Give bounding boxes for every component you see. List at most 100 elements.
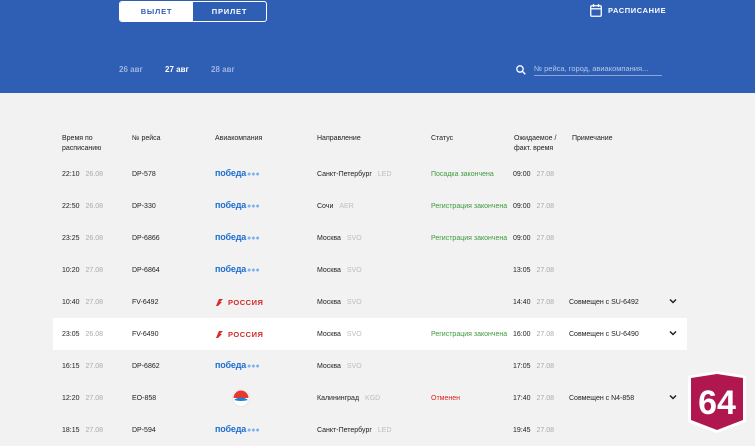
note: Совмещен с SU-6490: [569, 330, 639, 338]
date-current[interactable]: 27 авг: [165, 65, 211, 74]
date-selector: 26 авг 27 авг 28 авг: [119, 65, 235, 74]
scheduled-time: 22:10: [62, 170, 80, 178]
airline-logo: РОССИЯ: [215, 318, 263, 350]
airport-code: SVO: [346, 330, 362, 338]
date-next[interactable]: 28 авг: [211, 65, 235, 74]
table-row[interactable]: 16:15 27.08 DP-6862 победа●●● Москва SVO 17:05…: [53, 350, 687, 382]
flight-number: DP-6866: [132, 234, 160, 242]
city: Москва: [317, 362, 341, 370]
airport-code: AER: [339, 202, 354, 210]
scheduled-date: 27.08: [85, 426, 104, 434]
expected-date: 27.08: [536, 234, 555, 242]
table-row[interactable]: 23:25 26.08 DP-6866 победа●●● Москва SVO Регис…: [53, 222, 687, 254]
rossiya-logo: РОССИЯ: [215, 330, 263, 339]
expected-time-cell: 19:45 27.08: [513, 414, 554, 446]
wing-icon: [216, 298, 223, 306]
col-scheduled-time: Время по расписанию: [62, 135, 102, 152]
badge-number: 64: [698, 384, 736, 422]
table-row[interactable]: 18:15 27.08 DP-594 победа●●● Санкт-Петербург…: [53, 414, 687, 446]
col-flight: № рейса: [132, 135, 161, 142]
scheduled-time: 12:20: [62, 394, 80, 402]
scheduled-date: 27.08: [85, 362, 104, 370]
table-row[interactable]: 10:40 27.08 FV-6492 РОССИЯ Москва SVO 14:40 27.…: [53, 286, 687, 318]
search-input[interactable]: № рейса, город, авиакомпания...: [534, 64, 662, 76]
schedule-label: РАСПИСАНИЕ: [608, 6, 667, 15]
pobeda-logo-text: победа: [215, 200, 247, 210]
date-prev[interactable]: 26 авг: [119, 65, 165, 74]
col-direction: Направление: [317, 135, 361, 142]
table-row[interactable]: 22:50 26.08 DP-330 победа●●● Сочи AER Регистра…: [53, 190, 687, 222]
airline-logo: [215, 382, 250, 414]
city: Москва: [317, 330, 341, 338]
chevron-down-icon[interactable]: [669, 329, 677, 337]
scheduled-date: 26.08: [85, 170, 104, 178]
expected-time-cell: 17:05 27.08: [513, 350, 554, 382]
expected-time: 19:45: [513, 426, 531, 434]
scheduled-date: 26.08: [85, 202, 104, 210]
direction-toggle: ВЫЛЕТ ПРИЛЕТ: [119, 1, 267, 22]
pobeda-logo-text: победа: [215, 168, 247, 178]
airline-logo: победа●●●: [215, 158, 260, 190]
expected-date: 27.08: [536, 362, 555, 370]
pobeda-logo: победа●●●: [215, 425, 260, 435]
tab-arrival[interactable]: ПРИЛЕТ: [193, 2, 266, 21]
note: Совмещен с N4-858: [569, 394, 635, 402]
rossiya-logo-text: РОССИЯ: [228, 297, 264, 307]
scheduled-date: 26.08: [85, 234, 104, 242]
pobeda-logo: победа●●●: [215, 265, 260, 275]
expected-time: 09:00: [513, 234, 531, 242]
expected-date: 27.08: [536, 330, 555, 338]
city: Москва: [317, 298, 341, 306]
flight-number: DP-594: [132, 426, 156, 434]
flight-number: FV-6492: [132, 298, 159, 306]
scheduled-time: 23:25: [62, 234, 80, 242]
airline-logo: победа●●●: [215, 350, 260, 382]
col-status: Статус: [431, 135, 454, 142]
search-icon[interactable]: [516, 65, 526, 75]
scheduled-time: 18:15: [62, 426, 80, 434]
city: Москва: [317, 266, 341, 274]
direction-cell: Санкт-Петербург LED: [317, 414, 392, 446]
scheduled-time: 16:15: [62, 362, 80, 370]
airline-logo: победа●●●: [215, 190, 260, 222]
scheduled-time: 10:40: [62, 298, 80, 306]
chevron-down-icon[interactable]: [669, 393, 677, 401]
scheduled-time-cell: 12:20 27.08: [62, 382, 103, 414]
tab-departure[interactable]: ВЫЛЕТ: [120, 2, 193, 21]
flight-status: [431, 286, 509, 318]
pobeda-logo-text: победа: [215, 424, 247, 434]
expected-time-cell: 13:05 27.08: [513, 254, 554, 286]
schedule-link[interactable]: РАСПИСАНИЕ: [590, 4, 666, 17]
expected-time: 09:00: [513, 202, 531, 210]
expected-time: 09:00: [513, 170, 531, 178]
table-row[interactable]: 12:20 27.08 EO-858 Калининград KGD Отменен 17:…: [53, 382, 687, 414]
scheduled-time-cell: 22:10 26.08: [62, 158, 103, 190]
dots-icon: ●●●: [247, 267, 260, 274]
col-airline: Авиакомпания: [215, 135, 263, 142]
scheduled-time-cell: 10:20 27.08: [62, 254, 103, 286]
chevron-down-icon[interactable]: [669, 297, 677, 305]
flight-status: [431, 254, 509, 286]
direction-cell: Москва SVO: [317, 286, 362, 318]
scheduled-time-cell: 22:50 26.08: [62, 190, 103, 222]
airport-code: SVO: [346, 362, 362, 370]
direction-cell: Сочи AER: [317, 190, 354, 222]
expected-time-cell: 09:00 27.08: [513, 158, 554, 190]
airport-code: LED: [377, 426, 392, 434]
table-row[interactable]: 23:05 26.08 FV-6490 РОССИЯ Москва SVO Регистра…: [53, 318, 687, 350]
city: Санкт-Петербург: [317, 426, 372, 434]
direction-cell: Москва SVO: [317, 222, 362, 254]
table-row[interactable]: 22:10 26.08 DP-578 победа●●● Санкт-Петербург…: [53, 158, 687, 190]
direction-cell: Калининград KGD: [317, 382, 380, 414]
dots-icon: ●●●: [247, 427, 260, 434]
dots-icon: ●●●: [247, 203, 260, 210]
flight-status: Посадка закончена: [431, 170, 494, 178]
expected-date: 27.08: [536, 202, 555, 210]
expected-time-cell: 09:00 27.08: [513, 190, 554, 222]
dots-icon: ●●●: [247, 363, 260, 370]
expected-time: 14:40: [513, 298, 531, 306]
scheduled-date: 27.08: [85, 266, 104, 274]
table-row[interactable]: 10:20 27.08 DP-6864 победа●●● Москва SVO 13:05…: [53, 254, 687, 286]
note: [569, 254, 647, 286]
expected-time-cell: 17:40 27.08: [513, 382, 554, 414]
